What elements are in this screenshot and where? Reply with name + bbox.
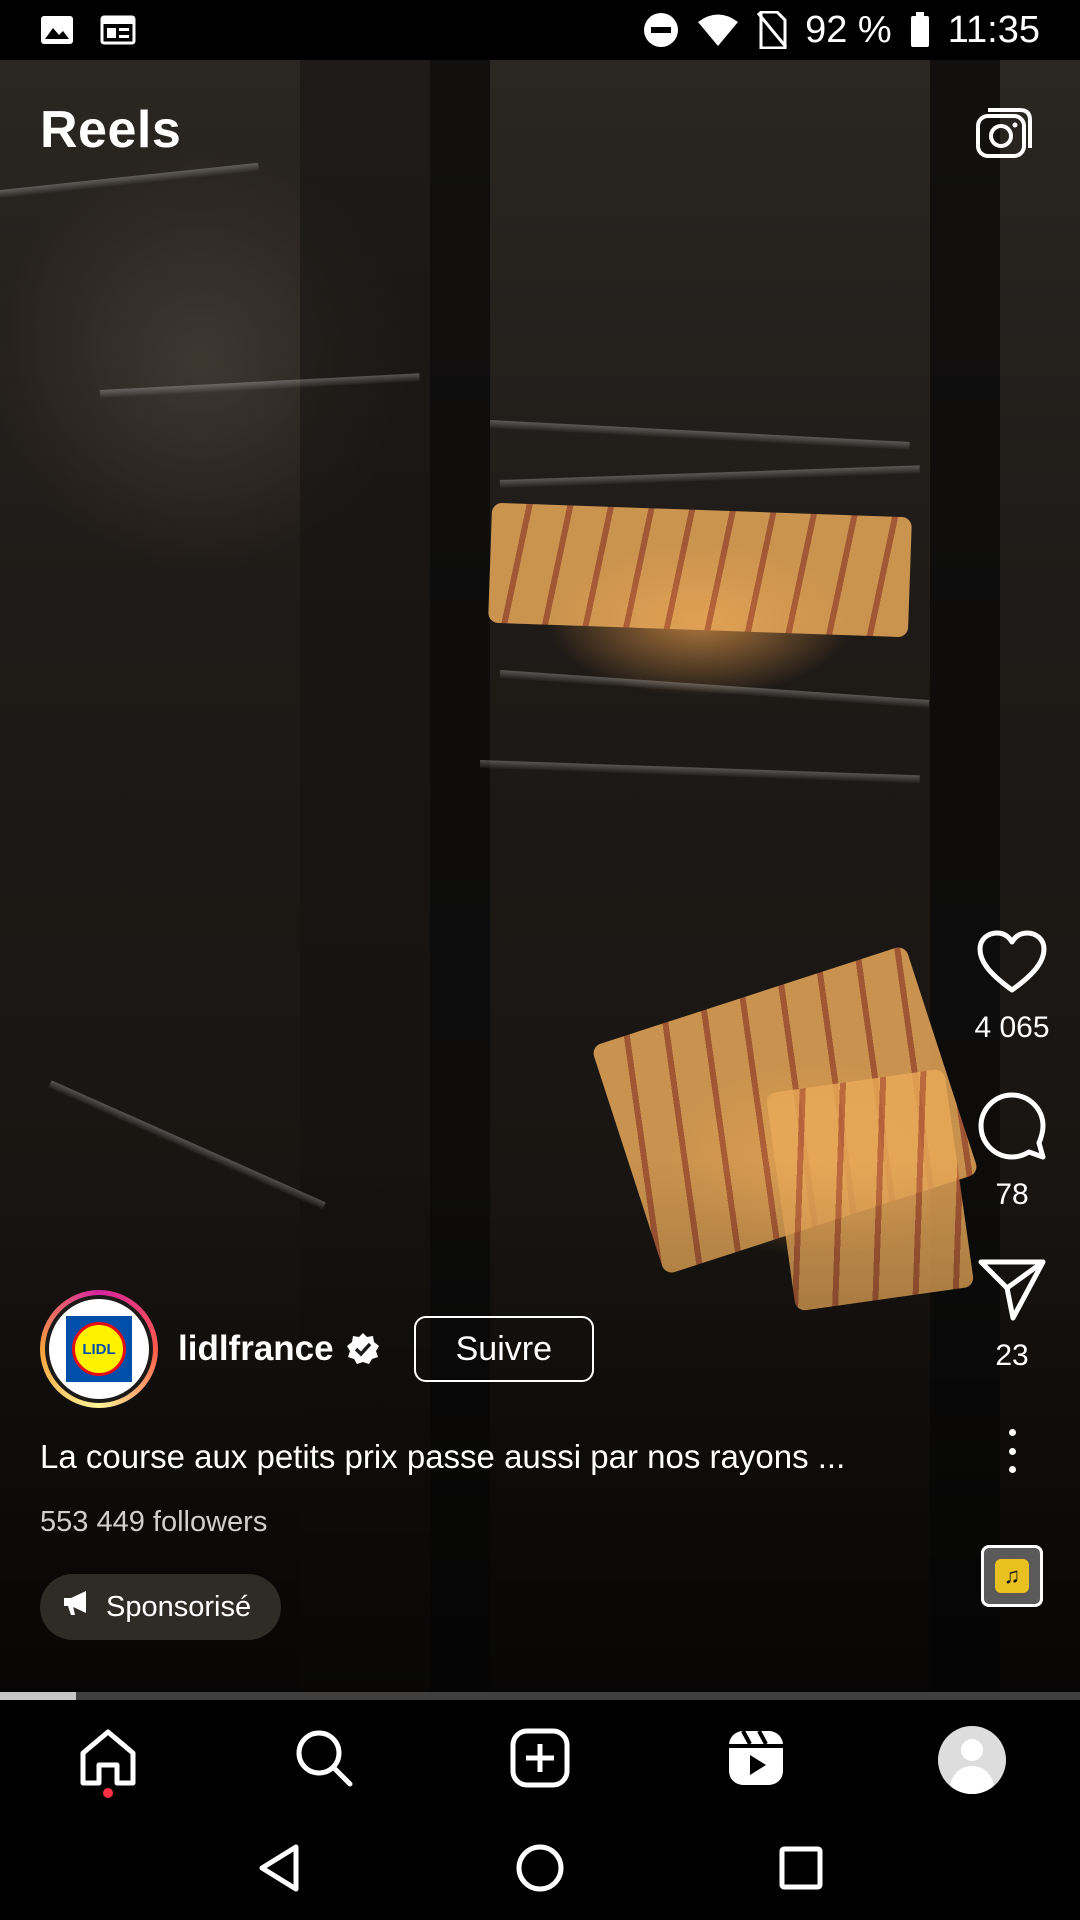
followers-count: 553 449 followers — [40, 1506, 268, 1538]
shelf-rail — [499, 465, 920, 488]
share-count: 23 — [995, 1339, 1029, 1372]
notification-dot — [103, 1788, 113, 1798]
audio-track-button[interactable]: ♫ — [981, 1545, 1043, 1607]
pizza-tray — [488, 502, 912, 638]
author-row: LIDL lidlfrance Suivre — [40, 1290, 594, 1408]
battery-percent: 92 % — [805, 8, 892, 51]
nav-search[interactable] — [284, 1720, 364, 1800]
like-button[interactable]: 4 065 — [974, 930, 1050, 1045]
sponsored-badge[interactable]: Sponsorisé — [40, 1574, 282, 1640]
comment-icon — [977, 1091, 1047, 1166]
dot — [1008, 1447, 1016, 1455]
shelf-rail — [0, 162, 259, 198]
recents-button[interactable] — [778, 1845, 824, 1896]
author-avatar[interactable]: LIDL — [40, 1290, 158, 1408]
bottom-nav — [0, 1700, 1080, 1820]
back-button[interactable] — [256, 1843, 302, 1898]
no-sim-icon — [757, 11, 788, 49]
dnd-icon — [643, 12, 679, 48]
follow-button[interactable]: Suivre — [413, 1316, 594, 1382]
comment-button[interactable]: 78 — [977, 1091, 1047, 1212]
dot — [1008, 1466, 1016, 1473]
search-icon — [293, 1727, 355, 1794]
send-icon — [977, 1258, 1047, 1327]
create-icon — [509, 1727, 571, 1794]
like-count: 4 065 — [974, 1011, 1050, 1044]
wifi-icon — [697, 13, 739, 47]
battery-icon — [910, 12, 930, 48]
megaphone-icon — [62, 1589, 92, 1625]
nav-create[interactable] — [500, 1720, 580, 1800]
shelf-rail — [489, 420, 910, 450]
video-progress-fill — [0, 1692, 76, 1700]
share-button[interactable]: 23 — [977, 1258, 1047, 1373]
caption[interactable]: La course aux petits prix passe aussi pa… — [40, 1438, 920, 1476]
nav-home[interactable] — [68, 1720, 148, 1800]
clock: 11:35 — [947, 8, 1040, 51]
comment-count: 78 — [995, 1178, 1029, 1211]
image-icon — [40, 15, 74, 45]
status-bar: 92 % 11:35 — [0, 0, 1080, 60]
username[interactable]: lidlfrance — [178, 1329, 334, 1369]
music-note-icon: ♫ — [995, 1559, 1029, 1593]
home-button[interactable] — [515, 1843, 565, 1898]
news-icon — [100, 15, 136, 45]
system-nav — [0, 1820, 1080, 1920]
reels-icon — [725, 1727, 787, 1794]
nav-reels[interactable] — [716, 1720, 796, 1800]
lidl-logo: LIDL — [66, 1316, 132, 1382]
more-options-button[interactable] — [992, 1421, 1032, 1481]
profile-avatar — [938, 1726, 1006, 1794]
action-column: 4 065 78 23 ♫ — [962, 930, 1062, 1607]
sponsored-label: Sponsorisé — [106, 1590, 252, 1623]
camera-icon[interactable] — [974, 104, 1034, 164]
nav-profile[interactable] — [932, 1720, 1012, 1800]
shelf-rail — [499, 670, 930, 708]
video-progress-bar[interactable] — [0, 1692, 1080, 1700]
lidl-logo-text: LIDL — [72, 1322, 126, 1376]
shelf-rail — [479, 760, 920, 784]
heart-icon — [977, 930, 1047, 999]
verified-badge-icon — [346, 1332, 380, 1366]
home-icon — [77, 1727, 139, 1794]
page-title: Reels — [40, 101, 182, 159]
dot — [1008, 1429, 1016, 1436]
